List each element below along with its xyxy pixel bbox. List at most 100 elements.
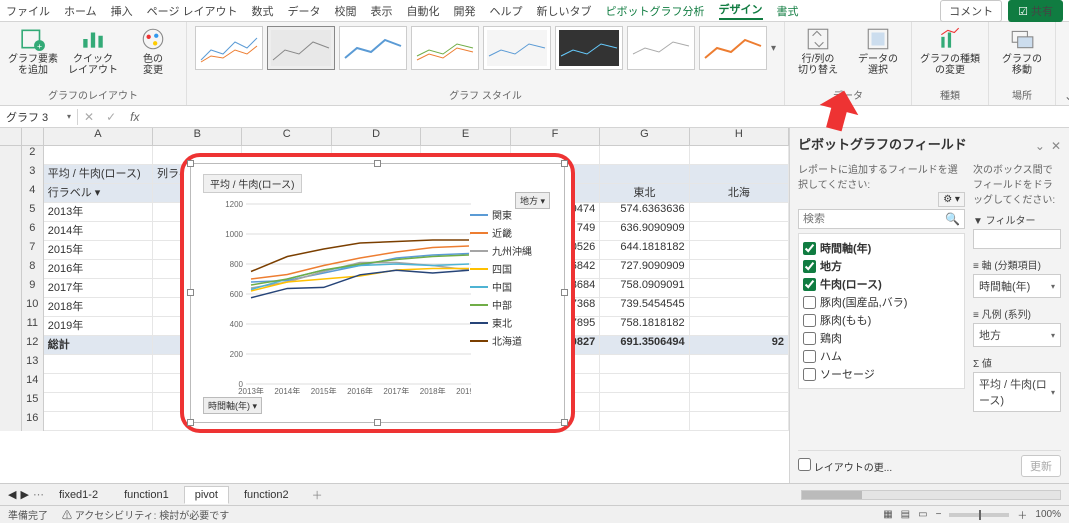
zoom-level[interactable]: 100% bbox=[1035, 509, 1061, 520]
ribbon: + グラフ要素 を追加 クイック レイアウト 色の 変更 グラフのレイアウト ▾ bbox=[0, 22, 1069, 106]
ribbon-group-type-label: 種類 bbox=[940, 86, 960, 103]
change-colors-button[interactable]: 色の 変更 bbox=[128, 26, 178, 76]
tab-format[interactable]: 書式 bbox=[777, 3, 799, 19]
tab-file[interactable]: ファイル bbox=[6, 3, 50, 19]
area-values-box[interactable]: 平均 / 牛肉(ロース)▾ bbox=[973, 372, 1061, 412]
chart-legend[interactable]: 関東近畿九州沖縄四国中国中部東北北海道 bbox=[470, 204, 550, 351]
sheet-tab-function2[interactable]: function2 bbox=[233, 486, 300, 504]
tab-design[interactable]: デザイン bbox=[719, 1, 763, 20]
area-axis-box[interactable]: 時間軸(年)▾ bbox=[973, 274, 1061, 298]
select-data-button[interactable]: データの 選択 bbox=[853, 26, 903, 76]
grand-total-label: 総計 bbox=[44, 336, 153, 355]
pivot-chart[interactable]: 平均 / 牛肉(ロース) 地方 ▾ 時間軸(年) ▾ 1200100080060… bbox=[180, 153, 575, 433]
zoom-out-icon[interactable]: − bbox=[936, 509, 942, 520]
view-page-icon[interactable]: ▤ bbox=[901, 509, 910, 520]
sheet-tab-bar: ◀ ▶ ⋯ fixed1-2 function1 pivot function2… bbox=[0, 483, 1069, 505]
tab-new[interactable]: 新しいタブ bbox=[537, 3, 592, 19]
area-legend-box[interactable]: 地方▾ bbox=[973, 323, 1061, 347]
col-G[interactable]: G bbox=[600, 128, 689, 145]
col-F[interactable]: F bbox=[511, 128, 600, 145]
field-地方[interactable]: 地方 bbox=[803, 258, 960, 274]
field-豚肉(もも)[interactable]: 豚肉(もも) bbox=[803, 312, 960, 328]
pane-close-icon[interactable]: ✕ bbox=[1051, 139, 1061, 153]
view-normal-icon[interactable]: ▦ bbox=[883, 509, 892, 520]
row-labels-header[interactable]: 行ラベル ▾ bbox=[44, 184, 153, 203]
defer-layout-checkbox[interactable]: レイアウトの更... bbox=[798, 458, 892, 474]
chart-title[interactable]: 平均 / 牛肉(ロース) bbox=[203, 174, 302, 193]
tab-data[interactable]: データ bbox=[288, 3, 321, 19]
field-search[interactable]: 🔍 bbox=[798, 209, 965, 229]
sheet-nav-next-icon[interactable]: ▶ bbox=[20, 488, 28, 501]
field-牛肉(ロース)[interactable]: 牛肉(ロース) bbox=[803, 276, 960, 292]
area-filter-box[interactable] bbox=[973, 229, 1061, 249]
col-D[interactable]: D bbox=[332, 128, 421, 145]
zoom-slider[interactable] bbox=[949, 513, 1009, 517]
chart-style-6[interactable] bbox=[555, 26, 623, 70]
tab-automate[interactable]: 自動化 bbox=[407, 3, 440, 19]
col-A[interactable]: A bbox=[44, 128, 153, 145]
pane-gear-icon[interactable]: ⚙ ▾ bbox=[938, 192, 965, 207]
chart-style-1[interactable] bbox=[195, 26, 263, 70]
chart-plot-area[interactable]: 120010008006004002000 2013年2014年2015年201… bbox=[221, 194, 471, 394]
sheet-tab-function1[interactable]: function1 bbox=[113, 486, 180, 504]
chart-styles-gallery[interactable]: ▾ bbox=[195, 26, 776, 70]
sheet-nav-prev-icon[interactable]: ◀ bbox=[8, 488, 16, 501]
tab-developer[interactable]: 開発 bbox=[454, 3, 476, 19]
tab-insert[interactable]: 挿入 bbox=[111, 3, 133, 19]
status-accessibility[interactable]: ⚠ アクセシビリティ: 検討が必要です bbox=[62, 507, 229, 522]
tab-review[interactable]: 校閲 bbox=[335, 3, 357, 19]
share-button[interactable]: ☑ 共有 bbox=[1008, 0, 1063, 22]
horizontal-scrollbar[interactable] bbox=[801, 490, 1061, 500]
chart-style-8[interactable] bbox=[699, 26, 767, 70]
quick-layout-button[interactable]: クイック レイアウト bbox=[68, 26, 118, 76]
ribbon-group-location-label: 場所 bbox=[1012, 86, 1032, 103]
new-sheet-icon[interactable]: ＋ bbox=[304, 487, 331, 503]
sheet-tab-pivot[interactable]: pivot bbox=[184, 486, 229, 504]
status-bar: 準備完了 ⚠ アクセシビリティ: 検討が必要です ▦ ▤ ▭ − ＋ 100% bbox=[0, 505, 1069, 523]
tab-pivot-chart-analyze[interactable]: ピボットグラフ分析 bbox=[606, 3, 705, 19]
field-鶏肉[interactable]: 鶏肉 bbox=[803, 330, 960, 346]
update-button[interactable]: 更新 bbox=[1021, 455, 1061, 477]
add-chart-element-button[interactable]: + グラフ要素 を追加 bbox=[8, 26, 58, 76]
chart-style-4[interactable] bbox=[411, 26, 479, 70]
field-list[interactable]: 時間軸(年) 地方 牛肉(ロース) 豚肉(国産品,バラ) 豚肉(もも) 鶏肉 ハ… bbox=[798, 233, 965, 389]
tab-page-layout[interactable]: ページ レイアウト bbox=[147, 3, 238, 19]
chart-style-5[interactable] bbox=[483, 26, 551, 70]
sheet-tab-fixed[interactable]: fixed1-2 bbox=[48, 486, 109, 504]
comment-button[interactable]: コメント bbox=[940, 0, 1002, 22]
tab-help[interactable]: ヘルプ bbox=[490, 3, 523, 19]
chart-style-3[interactable] bbox=[339, 26, 407, 70]
view-break-icon[interactable]: ▭ bbox=[918, 509, 927, 520]
pane-options-icon[interactable]: ⌄ bbox=[1035, 139, 1045, 153]
svg-text:2018年: 2018年 bbox=[420, 386, 446, 394]
field-ソーセージ[interactable]: ソーセージ bbox=[803, 366, 960, 382]
chart-style-2[interactable] bbox=[267, 26, 335, 70]
zoom-in-icon[interactable]: ＋ bbox=[1017, 507, 1027, 522]
chart-style-7[interactable] bbox=[627, 26, 695, 70]
formula-input[interactable] bbox=[147, 106, 1069, 127]
fx-icon[interactable]: fx bbox=[122, 110, 147, 124]
col-E[interactable]: E bbox=[421, 128, 510, 145]
col-H[interactable]: H bbox=[690, 128, 789, 145]
field-ハム[interactable]: ハム bbox=[803, 348, 960, 364]
switch-row-column-button[interactable]: 行/列の 切り替え bbox=[793, 26, 843, 76]
field-search-input[interactable] bbox=[803, 213, 945, 225]
tab-formula[interactable]: 数式 bbox=[252, 3, 274, 19]
enter-icon[interactable]: ✓ bbox=[100, 110, 122, 124]
chart-axis-field-button[interactable]: 時間軸(年) ▾ bbox=[203, 397, 262, 414]
name-box[interactable]: グラフ 3▾ bbox=[0, 109, 78, 125]
styles-more-icon[interactable]: ▾ bbox=[771, 43, 776, 54]
field-豚肉(国産品,バラ)[interactable]: 豚肉(国産品,バラ) bbox=[803, 294, 960, 310]
svg-text:2013年: 2013年 bbox=[238, 386, 264, 394]
field-時間軸(年)[interactable]: 時間軸(年) bbox=[803, 240, 960, 256]
change-chart-type-button[interactable]: グラフの種類 の変更 bbox=[920, 26, 980, 76]
col-B[interactable]: B bbox=[153, 128, 242, 145]
col-C[interactable]: C bbox=[242, 128, 331, 145]
move-chart-button[interactable]: グラフの 移動 bbox=[997, 26, 1047, 76]
tab-home[interactable]: ホーム bbox=[64, 3, 97, 19]
cancel-icon[interactable]: ✕ bbox=[78, 110, 100, 124]
tab-view[interactable]: 表示 bbox=[371, 3, 393, 19]
svg-text:2016年: 2016年 bbox=[347, 386, 373, 394]
worksheet-area[interactable]: A B C D E F G H 2 3平均 / 牛肉(ロース)列ラベル 4行ラベ… bbox=[0, 128, 789, 483]
ribbon-collapse-icon[interactable]: ⌄ bbox=[1064, 89, 1069, 103]
